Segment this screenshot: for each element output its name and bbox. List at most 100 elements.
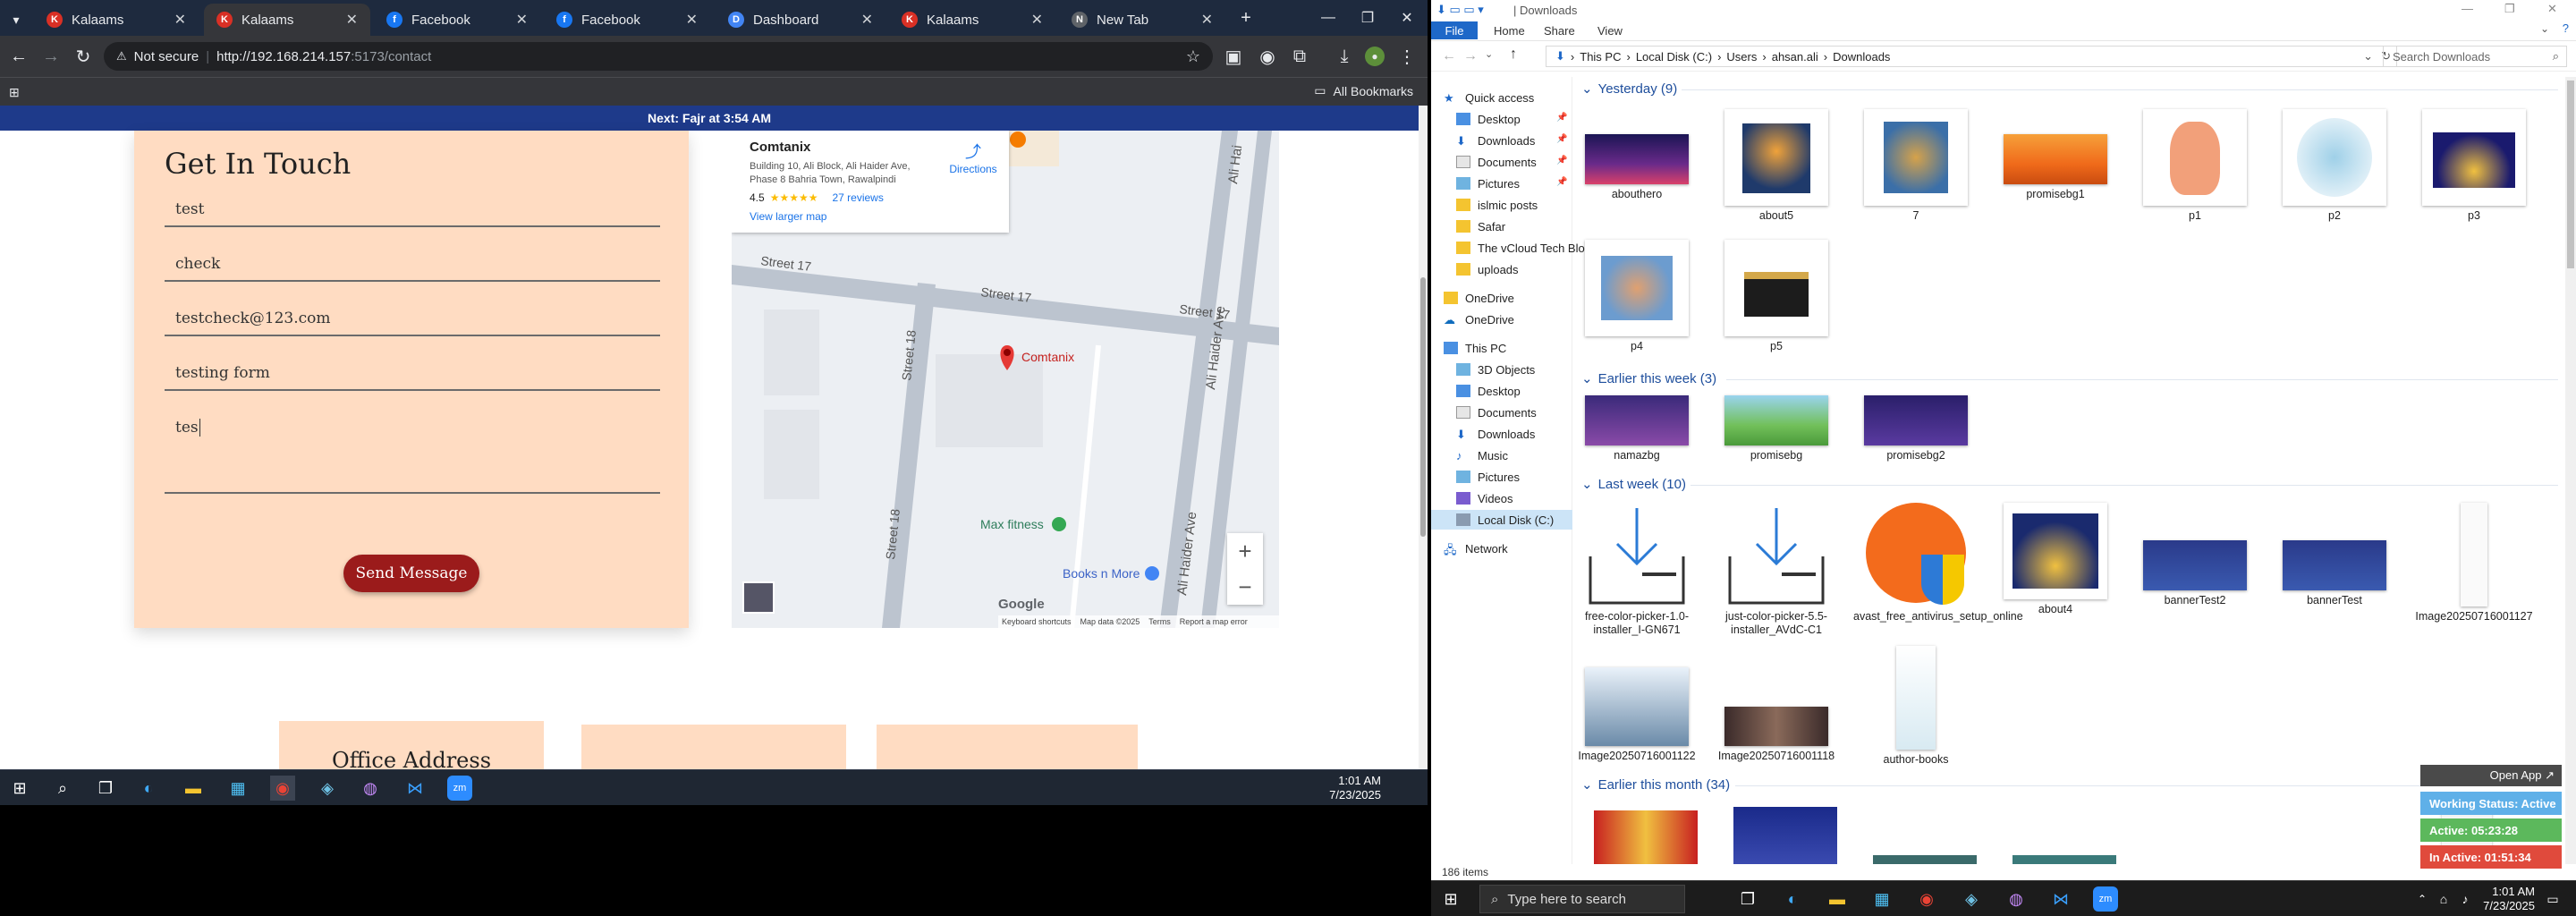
volume-icon[interactable]: ♪ bbox=[2453, 886, 2478, 912]
vscode-icon[interactable]: ⋈ bbox=[2048, 886, 2073, 912]
search-icon[interactable]: ⌕ bbox=[50, 776, 75, 801]
maximize-icon[interactable]: ❐ bbox=[2504, 2, 2515, 16]
breadcrumb[interactable]: ⬇ › This PC › Local Disk (C:) › Users › ahsa… bbox=[1546, 46, 2397, 67]
clock-right[interactable]: 1:01 AM 7/23/2025 bbox=[2483, 885, 2535, 913]
close-tab-icon[interactable]: ✕ bbox=[861, 11, 873, 29]
profile-avatar[interactable]: ● bbox=[1365, 47, 1385, 66]
ribbon-tab-share[interactable]: Share bbox=[1533, 21, 1586, 39]
nav-desktop[interactable]: Desktop bbox=[1456, 109, 1521, 129]
nav-3d-objects[interactable]: 3D Objects bbox=[1456, 360, 1535, 379]
crumb-downloads[interactable]: Downloads bbox=[1833, 50, 1890, 64]
explorer-scrollbar-thumb[interactable] bbox=[2567, 81, 2574, 268]
clock-left[interactable]: 1:01 AM 7/23/2025 bbox=[1329, 774, 1381, 802]
thumbnail[interactable] bbox=[1873, 855, 1977, 864]
file-item[interactable]: promisebg1 bbox=[1993, 109, 2118, 201]
winrar-thumbnail[interactable] bbox=[1594, 810, 1698, 864]
reload-icon[interactable]: ↻ bbox=[72, 45, 95, 68]
nav-this-pc[interactable]: This PC bbox=[1444, 338, 1506, 358]
thumbnail[interactable] bbox=[2012, 855, 2116, 864]
tab-4[interactable]: D Dashboard ✕ bbox=[716, 4, 886, 36]
satellite-toggle[interactable] bbox=[742, 581, 775, 614]
nav-music[interactable]: ♪ Music bbox=[1456, 445, 1508, 465]
file-item[interactable]: promisebg2 bbox=[1853, 395, 1979, 462]
store-icon[interactable]: ▦ bbox=[1869, 886, 1894, 912]
group-last-week[interactable]: ⌄ Last week (10) bbox=[1581, 476, 1686, 493]
crumb-users[interactable]: Users bbox=[1726, 50, 1757, 64]
file-item[interactable]: Image20250716001122 bbox=[1574, 667, 1699, 763]
extensions-puzzle-icon[interactable]: ⧉ bbox=[1288, 45, 1311, 68]
back-icon[interactable]: ← bbox=[1442, 48, 1456, 64]
edge-icon[interactable]: ◐ bbox=[1780, 886, 1805, 912]
report-error-link[interactable]: Report a map error bbox=[1180, 617, 1248, 626]
quick-access-toolbar-icon[interactable]: ⬇ ▭ ▭ ▾ bbox=[1436, 3, 1484, 17]
app-icon[interactable]: ◈ bbox=[315, 776, 340, 801]
keyboard-shortcuts-link[interactable]: Keyboard shortcuts bbox=[1002, 617, 1072, 626]
nav-pc-desktop[interactable]: Desktop bbox=[1456, 381, 1521, 401]
nav-pictures[interactable]: Pictures bbox=[1456, 174, 1520, 193]
name-field[interactable]: test bbox=[165, 200, 660, 227]
terms-link[interactable]: Terms bbox=[1148, 617, 1171, 626]
close-tab-icon[interactable]: ✕ bbox=[346, 11, 358, 29]
nav-onedrive-personal[interactable]: OneDrive bbox=[1444, 288, 1514, 308]
apps-grid-icon[interactable]: ⊞ bbox=[9, 85, 23, 99]
nav-folder[interactable]: uploads bbox=[1456, 259, 1519, 279]
file-item[interactable]: bannerTest bbox=[2272, 503, 2397, 607]
file-item[interactable]: author-books bbox=[1853, 646, 1979, 767]
new-tab-icon[interactable]: + bbox=[1234, 6, 1258, 30]
close-window-icon[interactable]: ✕ bbox=[2547, 2, 2557, 16]
send-message-button[interactable]: Send Message bbox=[343, 555, 479, 592]
start-windows-icon[interactable]: ⊞ bbox=[7, 776, 32, 801]
close-window-icon[interactable]: ✕ bbox=[1386, 4, 1428, 32]
nav-downloads[interactable]: ⬇ Downloads bbox=[1456, 131, 1535, 150]
tab-3[interactable]: f Facebook ✕ bbox=[544, 4, 710, 36]
nav-folder[interactable]: The vCloud Tech Blo bbox=[1456, 238, 1585, 258]
group-earlier-this-week[interactable]: ⌄ Earlier this week (3) bbox=[1581, 370, 1716, 387]
minimize-icon[interactable]: — bbox=[1308, 4, 1349, 32]
maximize-icon[interactable]: ❐ bbox=[1347, 4, 1388, 32]
task-view-icon[interactable]: ❐ bbox=[93, 776, 118, 801]
nav-pc-downloads[interactable]: ⬇ Downloads bbox=[1456, 424, 1535, 444]
directions-button[interactable]: ⤴ Directions bbox=[946, 140, 1000, 175]
recent-locations-icon[interactable]: ⌄ bbox=[1485, 48, 1493, 60]
file-item[interactable]: free-color-picker-1.0-installer_I-GN671 bbox=[1574, 503, 1699, 637]
thumbnail[interactable] bbox=[1733, 807, 1837, 864]
file-item[interactable]: Image20250716001127 bbox=[2411, 503, 2537, 623]
extension-icon-2[interactable]: ◉ bbox=[1256, 45, 1279, 68]
nav-network[interactable]: 🖧 Network bbox=[1444, 539, 1508, 558]
vscode-icon[interactable]: ⋈ bbox=[402, 776, 428, 801]
forward-icon[interactable]: → bbox=[39, 45, 63, 68]
view-larger-map-link[interactable]: View larger map bbox=[750, 210, 1009, 223]
close-tab-icon[interactable]: ✕ bbox=[516, 11, 528, 29]
minimize-icon[interactable]: — bbox=[2462, 2, 2473, 15]
email-field[interactable]: testcheck@123.com bbox=[165, 310, 660, 336]
nav-local-disk-selected[interactable]: Local Disk (C:) bbox=[1431, 510, 1572, 530]
tab-0[interactable]: K Kalaams ✕ bbox=[34, 4, 199, 36]
notification-icon[interactable]: ▭ bbox=[2540, 886, 2565, 912]
extension-icon[interactable]: ▣ bbox=[1222, 45, 1245, 68]
file-item[interactable]: about4 bbox=[1993, 503, 2118, 616]
start-windows-icon[interactable]: ⊞ bbox=[1438, 886, 1463, 912]
forward-icon[interactable]: → bbox=[1463, 48, 1478, 64]
file-item[interactable]: namazbg bbox=[1574, 395, 1699, 462]
ribbon-tab-home[interactable]: Home bbox=[1483, 21, 1536, 39]
address-bar[interactable]: ⚠ Not secure | http://192.168.214.157:51… bbox=[104, 42, 1213, 71]
file-item[interactable]: p3 bbox=[2411, 109, 2537, 223]
help-icon[interactable]: ? bbox=[2563, 21, 2569, 35]
file-item[interactable]: about5 bbox=[1714, 109, 1839, 223]
close-tab-icon[interactable]: ✕ bbox=[686, 11, 698, 29]
chrome-icon[interactable]: ◉ bbox=[1914, 886, 1939, 912]
address-dropdown-icon[interactable]: ⌄ bbox=[2363, 49, 2373, 64]
zoom-app-icon[interactable]: zm bbox=[2093, 886, 2118, 912]
search-downloads-input[interactable]: Search Downloads ⌕ bbox=[2383, 46, 2567, 67]
store-icon[interactable]: ▦ bbox=[225, 776, 250, 801]
close-tab-icon[interactable]: ✕ bbox=[1201, 11, 1213, 29]
file-item[interactable]: avast_free_antivirus_setup_online bbox=[1853, 503, 2023, 623]
bookmark-star-icon[interactable]: ☆ bbox=[1186, 47, 1200, 66]
up-icon[interactable]: ↑ bbox=[1510, 47, 1517, 63]
file-item[interactable]: 7 bbox=[1853, 109, 1979, 223]
menu-kebab-icon[interactable]: ⋮ bbox=[1395, 45, 1419, 68]
edge-icon[interactable]: ◐ bbox=[136, 776, 161, 801]
nav-pc-pictures[interactable]: Pictures bbox=[1456, 467, 1520, 487]
message-textarea[interactable]: tes bbox=[165, 419, 660, 494]
task-view-icon[interactable]: ❐ bbox=[1735, 886, 1760, 912]
